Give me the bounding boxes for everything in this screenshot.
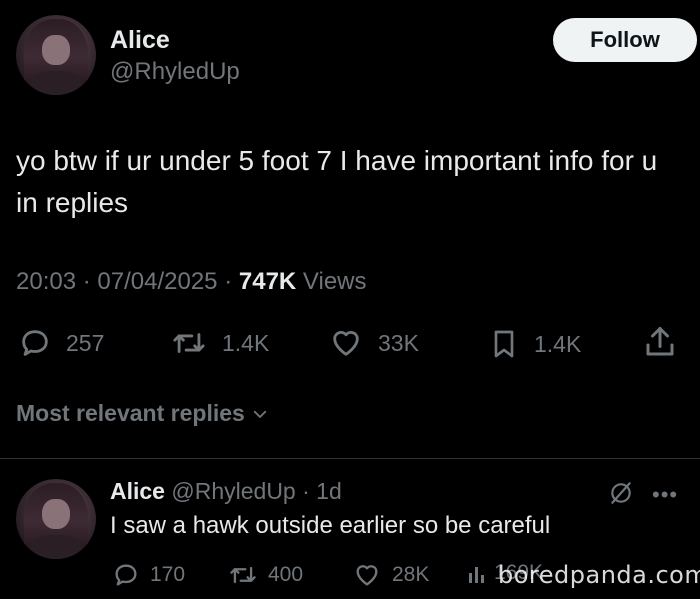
repost-count: 1.4K (222, 329, 270, 356)
author-name[interactable]: Alice (110, 26, 170, 55)
views-label: Views (302, 268, 367, 295)
reply-icon (22, 330, 48, 356)
tweet-date[interactable]: 07/04/2025 (97, 268, 217, 295)
reply-age[interactable]: 1d (316, 478, 342, 504)
tweet-text: yo btw if ur under 5 foot 7 I have impor… (16, 145, 658, 218)
heart-icon (333, 331, 359, 356)
bookmark-button[interactable]: 1.4K (488, 326, 581, 362)
tweet-meta: 20:03 · 07/04/2025 · 747K Views (16, 268, 367, 296)
bookmark-count: 1.4K (534, 330, 582, 357)
reply-count: 257 (66, 329, 105, 356)
reply-author-handle[interactable]: @RhyledUp (171, 478, 295, 504)
replies-sort-dropdown[interactable]: Most relevant replies (16, 400, 269, 427)
reply-author-avatar[interactable] (16, 479, 96, 559)
repost-icon (230, 566, 256, 584)
reply-repost-count: 400 (268, 563, 304, 586)
repost-icon (173, 333, 205, 353)
more-icon[interactable]: ••• (652, 482, 678, 508)
reply-header: Alice @RhyledUp · 1d (110, 478, 342, 505)
tweet-time[interactable]: 20:03 (16, 268, 76, 295)
reply-reply-button[interactable]: 170 (112, 561, 185, 589)
share-button[interactable] (642, 324, 678, 360)
separator: · (295, 478, 317, 504)
repost-button[interactable]: 1.4K (170, 326, 269, 360)
author-avatar[interactable] (16, 15, 96, 95)
heart-icon (356, 565, 378, 586)
reply-icon (115, 564, 137, 586)
share-icon (646, 327, 674, 356)
like-count: 33K (378, 329, 419, 356)
watermark: boredpanda.com (498, 561, 700, 589)
bookmark-icon (494, 330, 514, 358)
grok-icon[interactable] (608, 480, 634, 511)
divider (0, 458, 700, 459)
reply-like-count: 28K (392, 563, 430, 586)
reply-repost-button[interactable]: 400 (228, 561, 303, 589)
separator: · (82, 268, 98, 295)
reply-button[interactable]: 257 (18, 326, 104, 360)
replies-sort-label: Most relevant replies (16, 400, 245, 426)
views-count: 747K (238, 268, 297, 295)
reply-reply-count: 170 (150, 563, 186, 586)
author-handle[interactable]: @RhyledUp (110, 58, 240, 86)
chevron-down-icon (253, 410, 266, 418)
separator: · (224, 268, 239, 295)
reply-text: I saw a hawk outside earlier so be caref… (110, 512, 551, 539)
follow-button[interactable]: Follow (553, 18, 697, 62)
reply-like-button[interactable]: 28K (352, 561, 429, 589)
analytics-icon (469, 567, 484, 583)
reply-author-name[interactable]: Alice (110, 478, 165, 504)
like-button[interactable]: 33K (328, 326, 419, 360)
